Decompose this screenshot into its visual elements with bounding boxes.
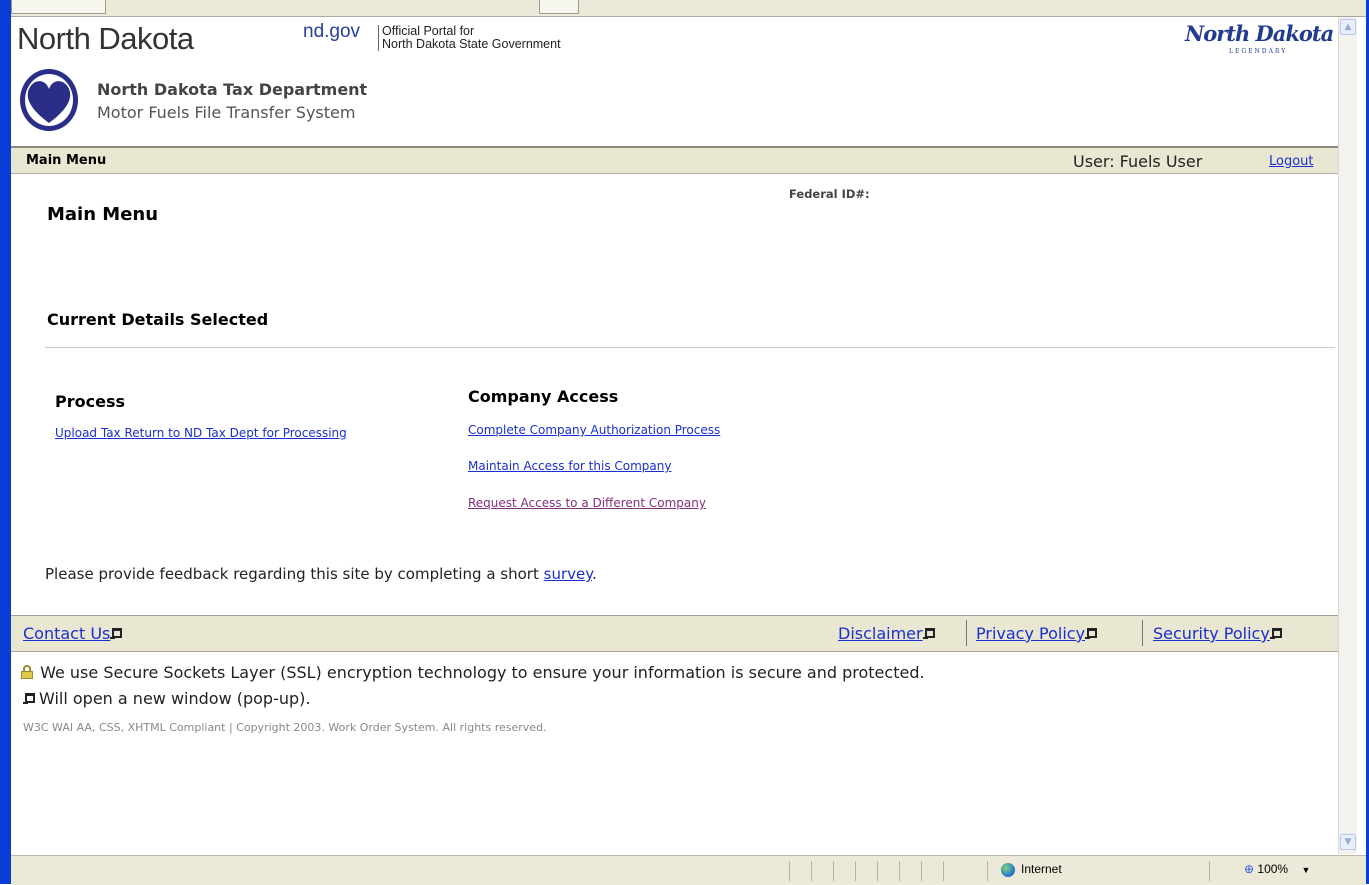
footer-separator <box>1142 620 1143 646</box>
nd-gov-logo[interactable]: nd.gov <box>303 21 360 43</box>
zoom-level-value: 100% <box>1257 862 1289 876</box>
security-policy-label: Security Policy <box>1153 624 1270 643</box>
page-content: North Dakota nd.gov Official Portal for … <box>11 17 1338 854</box>
zoom-icon: ⊕ <box>1244 862 1255 876</box>
upload-tax-return-link[interactable]: Upload Tax Return to ND Tax Dept for Pro… <box>55 426 347 440</box>
official-portal-text: Official Portal for North Dakota State G… <box>378 25 561 51</box>
federal-id-label: Federal ID#: <box>789 187 870 201</box>
security-zone-label: Internet <box>1021 862 1062 876</box>
popup-notice: Will open a new window (pop-up). <box>21 689 310 708</box>
globe-icon <box>1001 862 1015 877</box>
survey-link[interactable]: survey <box>544 565 592 583</box>
department-name: North Dakota Tax Department <box>97 80 368 99</box>
footer-separator <box>966 620 967 646</box>
company-access-heading: Company Access <box>468 387 619 406</box>
current-user: User: Fuels User <box>1073 152 1203 171</box>
official-portal-line2: North Dakota State Government <box>382 37 561 51</box>
popup-window-icon <box>922 628 935 639</box>
security-zone[interactable]: Internet <box>1001 862 1062 877</box>
privacy-policy-label: Privacy Policy <box>976 624 1086 643</box>
browser-tab[interactable] <box>11 0 106 14</box>
feedback-suffix: . <box>591 565 597 583</box>
lock-icon <box>21 665 33 679</box>
system-name: Motor Fuels File Transfer System <box>97 103 356 122</box>
popup-window-icon <box>1085 628 1098 639</box>
request-access-link[interactable]: Request Access to a Different Company <box>468 496 706 510</box>
ssl-notice: We use Secure Sockets Layer (SSL) encryp… <box>21 663 925 682</box>
ssl-notice-text: We use Secure Sockets Layer (SSL) encryp… <box>40 663 925 682</box>
feedback-prefix: Please provide feedback regarding this s… <box>45 565 539 583</box>
popup-window-icon <box>110 628 123 639</box>
process-heading: Process <box>55 392 125 411</box>
browser-tab[interactable] <box>539 0 579 14</box>
vertical-scrollbar[interactable]: ▲ ▼ <box>1338 17 1357 854</box>
state-name-logo[interactable]: North Dakota <box>17 21 194 57</box>
page-title: Main Menu <box>47 204 159 225</box>
copyright: W3C WAI AA, CSS, XHTML Compliant | Copyr… <box>23 721 547 734</box>
scroll-down-icon[interactable]: ▼ <box>1340 834 1356 850</box>
heart-seal-icon <box>20 69 78 131</box>
contact-us-link[interactable]: Contact Us <box>23 624 123 643</box>
popup-notice-text: Will open a new window (pop-up). <box>39 689 311 708</box>
footer-bar: Contact Us Disclaimer Privacy Policy Sec… <box>11 615 1338 652</box>
disclaimer-link[interactable]: Disclaimer <box>838 624 935 643</box>
divider <box>45 347 1335 348</box>
complete-authorization-link[interactable]: Complete Company Authorization Process <box>468 423 720 437</box>
menu-bar: Main Menu User: Fuels User Logout <box>11 146 1338 174</box>
current-details-heading: Current Details Selected <box>47 310 269 329</box>
zoom-level[interactable]: ⊕ 100% ▼ <box>1244 862 1310 876</box>
popup-window-icon <box>23 693 35 704</box>
privacy-policy-link[interactable]: Privacy Policy <box>976 624 1098 643</box>
contact-us-label: Contact Us <box>23 624 111 643</box>
legendary-tagline: LEGENDARY <box>1229 48 1288 55</box>
department-header: North Dakota Tax Department Motor Fuels … <box>11 63 1338 147</box>
chevron-down-icon: ▼ <box>1301 865 1311 875</box>
scroll-up-icon[interactable]: ▲ <box>1340 19 1356 35</box>
status-bar: Internet ⊕ 100% ▼ <box>11 855 1366 885</box>
breadcrumb: Main Menu <box>26 153 107 168</box>
logout-link[interactable]: Logout <box>1269 154 1314 169</box>
portal-header: North Dakota nd.gov Official Portal for … <box>11 17 1338 63</box>
browser-tabstrip <box>11 0 1366 17</box>
security-policy-link[interactable]: Security Policy <box>1153 624 1282 643</box>
popup-window-icon <box>1269 628 1282 639</box>
maintain-access-link[interactable]: Maintain Access for this Company <box>468 459 671 473</box>
legendary-logo[interactable]: North Dakota <box>1185 21 1334 46</box>
disclaimer-label: Disclaimer <box>838 624 923 643</box>
window-frame-left <box>0 0 11 884</box>
feedback-text: Please provide feedback regarding this s… <box>45 565 597 583</box>
